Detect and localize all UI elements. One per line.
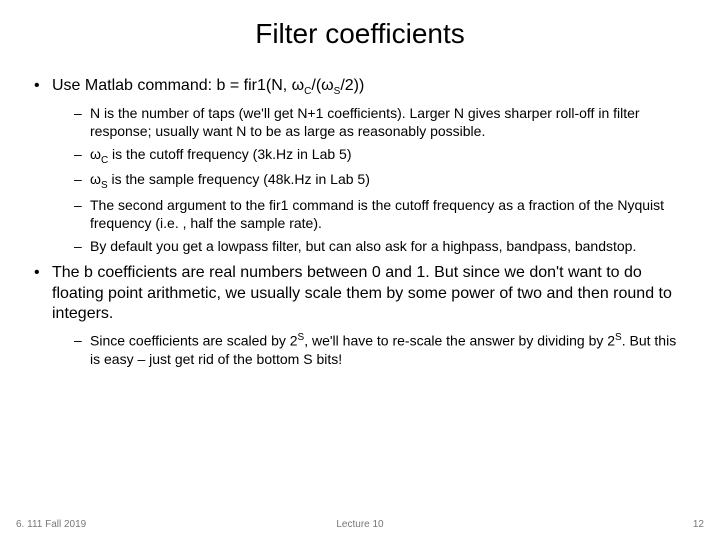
b1-mid1: /(ω — [311, 77, 333, 94]
s1c-post: is the sample frequency (48k.Hz in Lab 5… — [108, 171, 370, 187]
s1a: N is the number of taps (we'll get N+1 c… — [74, 104, 686, 140]
s2a: Since coefficients are scaled by 2 S, we'… — [74, 331, 686, 368]
b1-pre: Use Matlab command: b = fir1(N, ω — [52, 77, 304, 94]
s1c-pre: ω — [90, 171, 101, 187]
footer-right: 12 — [693, 519, 704, 530]
s1d: The second argument to the fir1 command … — [74, 196, 686, 232]
footer-left: 6. 111 Fall 2019 — [16, 519, 86, 530]
s1b-pre: ω — [90, 146, 101, 162]
slide-title: Filter coefficients — [34, 18, 686, 50]
footer-center: Lecture 10 — [336, 519, 383, 530]
s2a-sup2: S — [615, 332, 622, 343]
sub-list-1: N is the number of taps (we'll get N+1 c… — [74, 104, 686, 255]
s2a-pre: Since coefficients are scaled by 2 — [90, 333, 298, 349]
s1b: ωC is the cutoff frequency (3k.Hz in Lab… — [74, 145, 686, 167]
b1-post: /2)) — [340, 77, 364, 94]
sub-list-2: Since coefficients are scaled by 2 S, we'… — [74, 331, 686, 368]
b2-text: The b coefficients are real numbers betw… — [52, 264, 672, 323]
bullet-2: The b coefficients are real numbers betw… — [34, 263, 686, 368]
s2a-mid: , we'll have to re-scale the answer by d… — [304, 333, 615, 349]
s1c-sub: S — [101, 180, 108, 191]
s1c: ωS is the sample frequency (48k.Hz in La… — [74, 170, 686, 192]
s1e: By default you get a lowpass filter, but… — [74, 237, 686, 255]
footer: 6. 111 Fall 2019 Lecture 10 12 — [0, 519, 720, 530]
bullet-list: Use Matlab command: b = fir1(N, ωC/(ωS/2… — [34, 76, 686, 368]
bullet-1: Use Matlab command: b = fir1(N, ωC/(ωS/2… — [34, 76, 686, 255]
slide: Filter coefficients Use Matlab command: … — [0, 0, 720, 540]
s1b-post: is the cutoff frequency (3k.Hz in Lab 5) — [108, 146, 351, 162]
